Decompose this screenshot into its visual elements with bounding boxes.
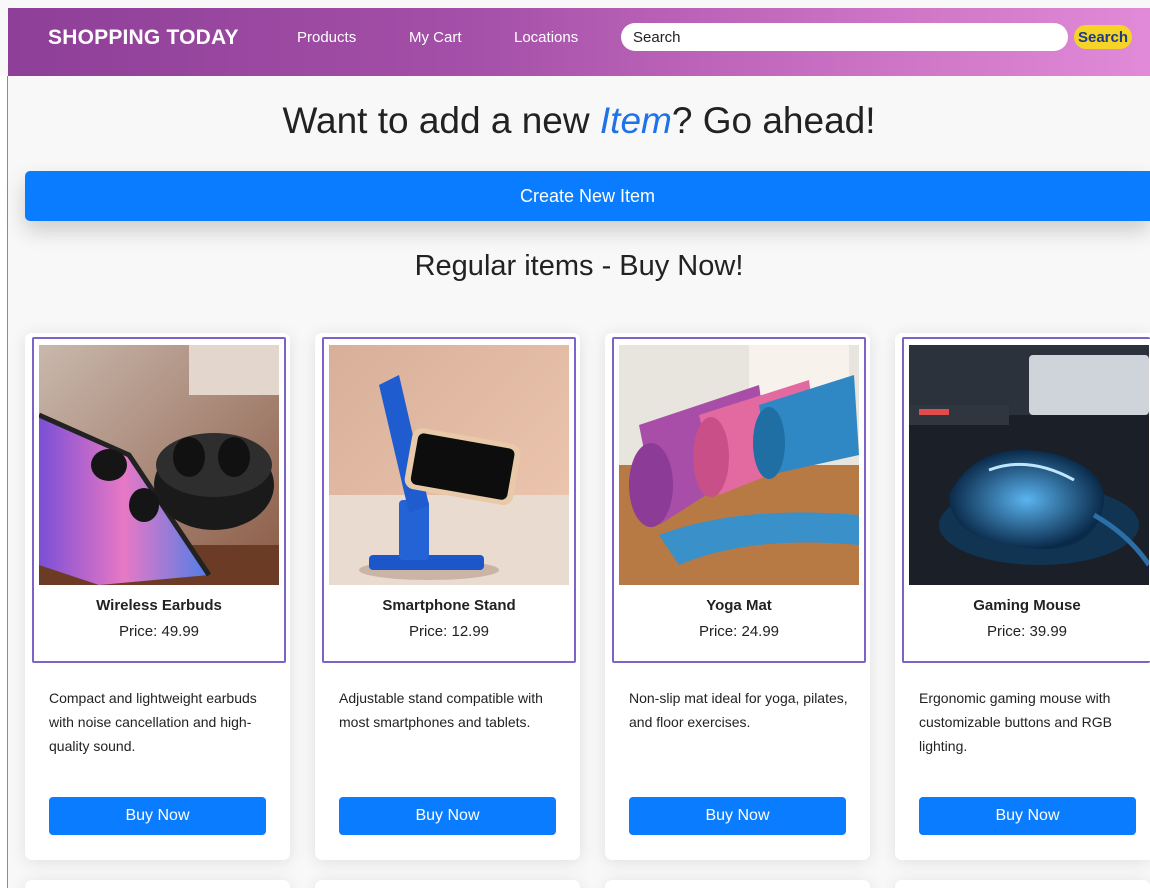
product-image-gaming-mouse: [909, 345, 1149, 585]
product-card-peek: [315, 880, 580, 888]
section-heading: Regular items - Buy Now!: [414, 250, 744, 282]
window-left-edge: [0, 76, 8, 888]
buy-now-button[interactable]: Buy Now: [339, 797, 556, 835]
earbuds-picture: [39, 345, 279, 585]
page-heading: Want to add a new Item? Go ahead!: [8, 100, 1150, 142]
product-card-header[interactable]: Gaming Mouse Price: 39.99: [902, 337, 1150, 663]
product-price: Price: 39.99: [986, 623, 1068, 640]
top-navbar: SHOPPING TODAY Products My Cart Location…: [8, 8, 1150, 76]
product-card-peek: [25, 880, 290, 888]
product-price: Price: 49.99: [118, 623, 200, 640]
product-description: Compact and lightweight earbuds with noi…: [49, 690, 257, 754]
product-card-yoga-mat: Yoga Mat Price: 24.99 Non-slip mat ideal…: [605, 333, 870, 860]
product-image-earbuds: [39, 345, 279, 585]
product-description: Ergonomic gaming mouse with customizable…: [919, 690, 1112, 754]
yoga-mat-picture: [619, 345, 859, 585]
product-card-wireless-earbuds: Wireless Earbuds Price: 49.99 Compact an…: [25, 333, 290, 860]
brand-logo[interactable]: SHOPPING TODAY: [48, 26, 239, 50]
product-description: Adjustable stand compatible with most sm…: [339, 690, 543, 730]
buy-now-button[interactable]: Buy Now: [49, 797, 266, 835]
gaming-mouse-picture: [909, 345, 1149, 585]
product-image-stand: [329, 345, 569, 585]
product-card-peek: [895, 880, 1150, 888]
page-heading-accent: Item: [599, 100, 672, 141]
product-price: Price: 24.99: [698, 623, 780, 640]
product-name: Smartphone Stand: [382, 597, 516, 614]
product-card-header[interactable]: Wireless Earbuds Price: 49.99: [32, 337, 286, 663]
product-card-smartphone-stand: Smartphone Stand Price: 12.99 Adjustable…: [315, 333, 580, 860]
search-button[interactable]: Search: [1074, 25, 1132, 49]
create-new-item-button[interactable]: Create New Item: [25, 171, 1150, 221]
page-heading-prefix: Want to add a new: [282, 100, 600, 141]
product-price: Price: 12.99: [408, 623, 490, 640]
nav-link-locations[interactable]: Locations: [514, 29, 578, 46]
product-image-yoga-mat: [619, 345, 859, 585]
product-card-header[interactable]: Smartphone Stand Price: 12.99: [322, 337, 576, 663]
product-description: Non-slip mat ideal for yoga, pilates, an…: [629, 690, 848, 730]
nav-link-products[interactable]: Products: [297, 29, 356, 46]
product-card-header[interactable]: Yoga Mat Price: 24.99: [612, 337, 866, 663]
buy-now-button[interactable]: Buy Now: [919, 797, 1136, 835]
product-name: Yoga Mat: [706, 597, 772, 614]
product-name: Gaming Mouse: [973, 597, 1081, 614]
smartphone-stand-picture: [329, 345, 569, 585]
product-card-gaming-mouse: Gaming Mouse Price: 39.99 Ergonomic gami…: [895, 333, 1150, 860]
page-heading-suffix: ? Go ahead!: [671, 100, 876, 141]
nav-link-my-cart[interactable]: My Cart: [409, 29, 462, 46]
buy-now-button[interactable]: Buy Now: [629, 797, 846, 835]
product-card-peek: [605, 880, 870, 888]
product-name: Wireless Earbuds: [96, 597, 222, 614]
search-input[interactable]: [621, 23, 1068, 51]
